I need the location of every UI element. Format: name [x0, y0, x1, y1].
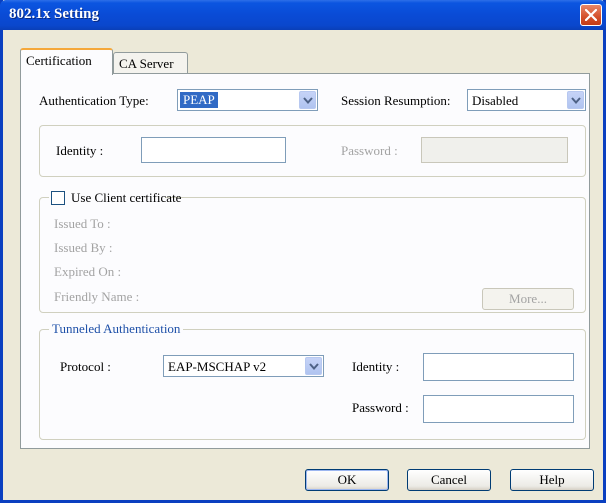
protocol-dropdown-button[interactable] — [305, 357, 322, 375]
cancel-button[interactable]: Cancel — [407, 469, 491, 491]
use-client-certificate-label: Use Client certificate — [71, 190, 182, 205]
session-resumption-value: Disabled — [472, 93, 519, 108]
authentication-type-label: Authentication Type: — [39, 93, 149, 108]
tab-certification[interactable]: Certification — [20, 48, 113, 75]
friendly-name-label: Friendly Name : — [54, 289, 140, 304]
authentication-type-dropdown-button[interactable] — [299, 91, 316, 109]
tunneled-identity-label: Identity : — [352, 359, 400, 374]
password-input[interactable] — [421, 137, 568, 163]
use-client-certificate-checkbox[interactable] — [51, 191, 65, 205]
tunneled-password-label: Password : — [352, 400, 409, 415]
session-resumption-dropdown-button[interactable] — [567, 91, 584, 109]
identity-label: Identity : — [56, 143, 104, 158]
ok-button[interactable]: OK — [305, 469, 389, 491]
tab-certification-label: Certification — [26, 53, 92, 68]
chevron-down-icon — [309, 363, 319, 371]
tunneled-identity-input[interactable] — [423, 353, 574, 381]
tunneled-authentication-label: Tunneled Authentication — [49, 321, 184, 337]
chevron-down-icon — [571, 97, 581, 105]
tunneled-password-input[interactable] — [423, 395, 574, 423]
tunneled-authentication-group — [39, 329, 586, 440]
password-label: Password : — [341, 143, 398, 158]
tab-ca-server-label: CA Server — [119, 56, 174, 71]
tab-ca-server[interactable]: CA Server — [113, 52, 188, 73]
expired-on-label: Expired On : — [54, 264, 122, 279]
identity-input[interactable] — [141, 137, 286, 163]
help-button[interactable]: Help — [510, 469, 594, 491]
session-resumption-select[interactable]: Disabled — [467, 89, 586, 111]
dialog-window: 802.1x Setting Certification CA Server A… — [0, 0, 606, 503]
close-icon — [585, 9, 597, 21]
issued-to-label: Issued To : — [54, 216, 111, 231]
issued-by-label: Issued By : — [54, 240, 113, 255]
window-title: 802.1x Setting — [9, 6, 99, 22]
authentication-type-select[interactable]: PEAP — [177, 89, 318, 111]
more-button[interactable]: More... — [482, 288, 574, 310]
protocol-value: EAP-MSCHAP v2 — [168, 359, 267, 374]
session-resumption-label: Session Resumption: — [341, 93, 451, 108]
protocol-label: Protocol : — [60, 359, 111, 374]
protocol-select[interactable]: EAP-MSCHAP v2 — [163, 355, 324, 377]
close-button[interactable] — [580, 4, 602, 26]
title-bar[interactable]: 802.1x Setting — [0, 0, 606, 30]
client-certificate-header[interactable]: Use Client certificate — [49, 190, 181, 208]
authentication-type-value: PEAP — [180, 92, 218, 108]
chevron-down-icon — [303, 97, 313, 105]
